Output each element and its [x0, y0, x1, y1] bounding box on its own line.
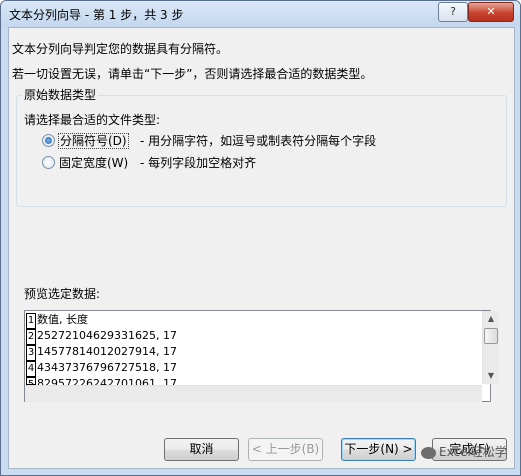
title-bar[interactable]: 文本分列向导 - 第 1 步，共 3 步 ? ✕ [1, 1, 520, 27]
watermark-text: Excel轻松学 [439, 445, 507, 459]
fixed-width-radio[interactable] [42, 156, 55, 169]
file-type-prompt: 请选择最合适的文件类型: [24, 113, 161, 127]
window-title: 文本分列向导 - 第 1 步，共 3 步 [9, 8, 184, 22]
intro-line-1: 文本分列向导判定您的数据具有分隔符。 [12, 42, 229, 56]
fixed-width-description: - 每列字段加空格对齐 [140, 156, 257, 170]
row-number: 3 [26, 345, 36, 361]
delimited-description: - 用分隔字符，如逗号或制表符分隔每个字段 [140, 134, 377, 148]
intro-line-2: 若一切设置无误，请单击“下一步”，否则请选择最合适的数据类型。 [12, 67, 373, 81]
text-import-wizard-dialog: 文本分列向导 - 第 1 步，共 3 步 ? ✕ 文本分列向导判定您的数据具有分… [0, 0, 521, 476]
watermark: Excel轻松学 [421, 443, 507, 460]
vertical-scroll-thumb[interactable] [484, 328, 498, 344]
wechat-logo-icon [421, 446, 436, 459]
preview-row: 43437376796727518, 17 [37, 361, 177, 374]
close-button[interactable]: ✕ [468, 2, 514, 22]
cancel-button[interactable]: 取消 [164, 438, 239, 461]
back-button[interactable]: < 上一步(B) [248, 438, 323, 461]
row-number: 1 [26, 313, 36, 329]
vertical-scrollbar[interactable]: ▲ ▼ [482, 311, 499, 384]
group-legend: 原始数据类型 [22, 86, 99, 103]
dialog-body: 文本分列向导判定您的数据具有分隔符。 若一切设置无误，请单击“下一步”，否则请选… [8, 27, 515, 469]
scroll-down-arrow-icon[interactable]: ▼ [483, 368, 499, 384]
delimited-label-text: 分隔符号(D) [58, 133, 129, 149]
preview-row: 数值, 长度 [37, 313, 88, 326]
row-number: 5 [26, 377, 36, 385]
data-preview[interactable]: 1 数值, 长度 2 25272104629331625, 17 3 14577… [24, 310, 499, 402]
preview-row: 14577814012027914, 17 [37, 345, 177, 358]
row-number: 2 [26, 329, 36, 345]
help-button[interactable]: ? [438, 2, 468, 22]
scroll-up-arrow-icon[interactable]: ▲ [483, 311, 499, 327]
delimited-radio[interactable] [42, 134, 55, 147]
preview-row: 25272104629331625, 17 [37, 329, 177, 342]
preview-row: 82957226242701061, 17 [37, 377, 177, 385]
preview-label: 预览选定数据: [24, 287, 101, 301]
delimited-option-label[interactable]: 分隔符号(D) [58, 132, 129, 149]
horizontal-scrollbar[interactable] [25, 385, 482, 402]
fixed-width-option-label[interactable]: 固定宽度(W) [59, 154, 128, 171]
row-number: 4 [26, 361, 36, 377]
next-button[interactable]: 下一步(N) > [341, 438, 416, 461]
